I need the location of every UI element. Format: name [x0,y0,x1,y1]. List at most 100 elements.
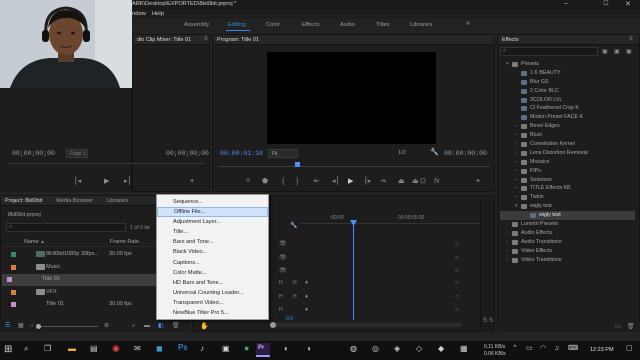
project-icon-view-icon[interactable]: ▦ [18,322,24,330]
effects-preset-item[interactable]: 2 Color BLC [500,87,635,96]
program-extract-icon[interactable]: ⏏ [412,178,419,186]
chevron-right-icon[interactable]: › [515,122,517,131]
workspace-assembly[interactable]: Assembly [184,22,209,28]
project-zoom-handle[interactable] [36,324,41,329]
project-item-row[interactable]: Music [6,262,151,274]
effects-folder-item[interactable]: › Lumetri Presets [500,220,635,229]
timeline-scrollbar[interactable] [272,323,462,327]
tray-app-icon-3[interactable]: ◍ [350,345,357,353]
label-color-swatch[interactable] [11,302,16,308]
program-timecode[interactable]: 00:00:01:18 [220,150,263,157]
effects-preset-item[interactable]: CI Feathered Crop K [500,104,635,113]
photoshop-icon[interactable]: Ps [178,344,187,352]
effects-preset-item[interactable]: wigly test [500,211,635,221]
effects-accelerated-icon[interactable]: ▣ [602,48,608,56]
timeline-scroll-handle[interactable] [270,322,276,328]
program-playhead-marker[interactable] [295,162,300,167]
tray-app-icon-5[interactable]: ◈ [394,345,400,353]
volume-icon[interactable]: ♫ [554,345,559,353]
context-menu-item[interactable]: Sequence... [157,197,268,207]
video-track-2-row[interactable]: 👁 ○ [269,254,465,264]
workspace-editing[interactable]: Editing [228,22,246,28]
effects-folder-item[interactable]: › Video Effects [500,247,635,256]
context-menu-item[interactable]: Transparent Video... [157,298,268,308]
project-find-icon[interactable]: ⌕ [132,322,135,330]
program-go-out-icon[interactable]: ⇥ [380,178,386,186]
keyboard-icon[interactable]: ⌨ [568,345,578,353]
source-scrubber[interactable] [8,163,204,164]
context-menu-item[interactable]: NewBlue Titler Pro 5... [157,308,268,318]
effects-yuv-icon[interactable]: ▣ [626,48,632,56]
context-menu-item[interactable]: Captions... [157,258,268,268]
project-col-name[interactable]: Name [24,239,39,245]
program-video-frame[interactable] [267,52,436,144]
project-tab[interactable]: Project: 8kil0bit [5,198,42,204]
program-lift-icon[interactable]: ⏏ [398,178,405,186]
effects-search-field[interactable]: ⌕ [500,47,598,56]
eye-icon[interactable]: 👁 [279,254,287,262]
chevron-right-icon[interactable]: › [515,167,517,176]
chevron-right-icon[interactable]: › [515,184,517,193]
audio-meter-solo-icon[interactable]: S [483,318,487,324]
project-item-row[interactable]: VFX [6,287,151,299]
timeline-wrench-icon[interactable]: 🔧 [290,222,297,230]
effects-folder-item[interactable]: › PiPs [500,167,635,176]
task-view-icon[interactable]: ❐ [44,345,51,353]
label-color-swatch[interactable] [11,289,16,295]
audio-track-1-row[interactable]: H H ♦ ○ [269,279,465,289]
effects-folder-item[interactable]: › Bevel Edges [500,122,635,131]
effects-menu-icon[interactable]: ≡ [629,36,633,42]
chevron-right-icon[interactable]: › [515,176,517,185]
tray-app-icon-4[interactable]: ◎ [372,345,379,353]
effects-preset-item[interactable]: Blur GS [500,78,635,87]
workspace-effects[interactable]: Effects [302,22,320,28]
project-list-view-icon[interactable]: ☰ [5,322,10,330]
context-menu-item[interactable]: Black Video... [157,247,268,257]
program-settings-icon[interactable]: 🔧 [430,149,439,157]
context-menu-item[interactable]: Adjustment Layer... [157,217,268,227]
close-button[interactable]: ✕ [622,0,634,9]
battery-icon[interactable]: ▭ [526,345,533,353]
effects-32bit-icon[interactable]: ▣ [614,48,620,56]
effects-delete-icon[interactable]: 🗑 [627,323,635,331]
project-item-row[interactable]: 8Kil0bit1080p 30fps... 30.00 fps [6,249,151,261]
context-menu-item[interactable]: Universal Counting Leader... [157,288,268,298]
chrome-icon[interactable]: ◉ [112,344,120,353]
effects-folder-item[interactable]: › Convolution Kernel [500,140,635,149]
effects-folder-item[interactable]: › TITLE Effects KB [500,184,635,193]
project-zoom-slider[interactable] [38,326,98,327]
tray-expand-icon[interactable]: ⌃ [512,345,518,353]
eye-icon[interactable]: 👁 [279,240,287,248]
source-step-back-icon[interactable]: ⎮◂ [74,178,81,186]
minimize-button[interactable]: – [560,0,572,9]
chevron-right-icon[interactable]: › [506,229,508,238]
program-fx-icon[interactable]: fx [434,178,439,186]
context-menu-item[interactable]: Offline File... [157,207,268,218]
effects-folder-item[interactable]: › Video Transitions [500,256,635,265]
label-color-swatch[interactable] [7,277,12,283]
chevron-right-icon[interactable]: › [506,238,508,247]
chevron-down-icon[interactable]: ▾ [515,202,518,211]
project-search-field[interactable]: ⌕ [6,223,126,232]
mail-icon[interactable]: ✉ [134,345,141,353]
program-resolution[interactable]: 1/2 [398,150,406,156]
program-fit-select[interactable]: Fit [268,149,298,158]
chevron-right-icon[interactable]: › [515,131,517,140]
menu-window[interactable]: ndow [132,11,146,17]
effects-folder-item[interactable]: › Blurs [500,131,635,140]
audio-track-1-solo[interactable]: H [293,280,297,286]
source-step-forward-icon[interactable]: ▸⎮ [124,178,131,186]
effects-folder-item[interactable]: › Mosaics [500,158,635,167]
libraries-tab[interactable]: Libraries [107,198,128,204]
effects-new-folder-icon[interactable]: ▭ [615,323,621,331]
workspace-overflow-icon[interactable]: » [466,20,470,27]
label-color-swatch[interactable] [11,252,16,257]
video-track-1-row[interactable]: 👁 ○ [269,240,465,250]
effects-preset-item[interactable]: 3COLOR LVL [500,96,635,105]
chevron-right-icon[interactable]: › [506,247,508,256]
project-col-rate[interactable]: Frame Rate [110,239,139,245]
mic-icon[interactable]: ♦ [305,293,308,301]
effects-folder-item[interactable]: › Solarizes [500,176,635,185]
workspace-titles[interactable]: Titles [376,22,390,28]
project-clear-icon[interactable]: 🗑 [172,322,180,330]
